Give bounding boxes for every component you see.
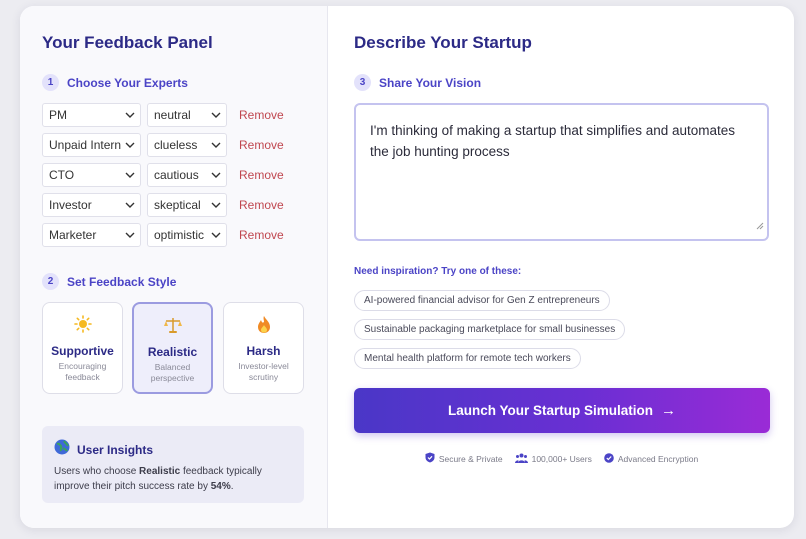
remove-expert-button[interactable]: Remove — [239, 228, 284, 242]
chevron-down-icon — [124, 228, 136, 242]
chevron-down-icon — [124, 168, 136, 182]
trust-badge: 100,000+ Users — [514, 453, 592, 465]
remove-expert-button[interactable]: Remove — [239, 138, 284, 152]
users-icon — [514, 453, 532, 465]
step-choose-experts: 1 Choose Your Experts — [42, 74, 188, 91]
remove-expert-button[interactable]: Remove — [239, 198, 284, 212]
step-label: Set Feedback Style — [67, 274, 177, 289]
trust-badges: Secure & Private 100,000+ Users Advanced… — [329, 452, 794, 465]
startup-panel: Describe Your Startup 3 Share Your Visio… — [329, 6, 794, 528]
scale-icon — [134, 316, 211, 336]
panel-title: Your Feedback Panel — [42, 33, 213, 52]
chevron-down-icon — [210, 108, 222, 122]
check-badge-icon — [604, 452, 618, 465]
chevron-down-icon — [124, 198, 136, 212]
shield-check-icon — [425, 452, 439, 465]
panel-title: Describe Your Startup — [354, 33, 532, 52]
inspiration-label: Need inspiration? Try one of these: — [354, 266, 522, 277]
step-feedback-style: 2 Set Feedback Style — [42, 273, 176, 290]
globe-icon — [54, 439, 70, 460]
remove-expert-button[interactable]: Remove — [239, 108, 284, 122]
chevron-down-icon — [124, 138, 136, 152]
fire-icon — [224, 315, 303, 335]
style-description: Encouraging feedback — [58, 361, 107, 382]
feedback-panel: Your Feedback Panel 1 Choose Your Expert… — [20, 6, 328, 528]
user-insights-box: User Insights Users who choose Realistic… — [42, 426, 304, 503]
remove-expert-button[interactable]: Remove — [239, 168, 284, 182]
expert-mood-select[interactable]: cautious — [147, 163, 227, 187]
expert-role-select[interactable]: Investor — [42, 193, 141, 217]
expert-mood-select[interactable]: neutral — [147, 103, 227, 127]
expert-mood-select[interactable]: skeptical — [147, 193, 227, 217]
style-description: Investor-level scrutiny — [238, 361, 289, 382]
suggestion-chip[interactable]: Sustainable packaging marketplace for sm… — [354, 319, 626, 340]
chevron-down-icon — [210, 198, 222, 212]
chevron-down-icon — [124, 108, 136, 122]
sun-icon — [43, 315, 122, 335]
step-label: Share Your Vision — [379, 75, 482, 90]
expert-role-select[interactable]: PM — [42, 103, 141, 127]
step-number: 3 — [354, 74, 371, 91]
expert-row: Investor skeptical Remove — [42, 193, 284, 217]
vision-textarea[interactable]: I'm thinking of making a startup that si… — [354, 103, 769, 241]
insights-title: User Insights — [77, 442, 154, 457]
style-name: Realistic — [147, 345, 198, 359]
insights-highlight: Realistic — [139, 466, 181, 477]
resize-handle-icon[interactable] — [756, 215, 764, 236]
style-card-realistic[interactable]: Realistic Balanced perspective — [132, 302, 213, 394]
expert-row: Unpaid Intern clueless Remove — [42, 133, 284, 157]
chevron-down-icon — [210, 228, 222, 242]
expert-role-select[interactable]: Unpaid Intern — [42, 133, 141, 157]
style-name: Supportive — [51, 344, 114, 358]
chevron-down-icon — [210, 168, 222, 182]
expert-row: Marketer optimistic Remove — [42, 223, 284, 247]
expert-row: PM neutral Remove — [42, 103, 284, 127]
insights-text: Users who choose Realistic feedback typi… — [54, 466, 262, 492]
style-name: Harsh — [246, 344, 281, 358]
style-description: Balanced perspective — [150, 362, 195, 383]
step-share-vision: 3 Share Your Vision — [354, 74, 481, 91]
insights-percent: 54% — [210, 481, 231, 492]
step-number: 1 — [42, 74, 59, 91]
trust-badge: Advanced Encryption — [604, 452, 698, 465]
expert-row: CTO cautious Remove — [42, 163, 284, 187]
step-label: Choose Your Experts — [67, 75, 188, 90]
suggestion-chip[interactable]: AI-powered financial advisor for Gen Z e… — [354, 290, 610, 311]
style-card-supportive[interactable]: Supportive Encouraging feedback — [42, 302, 123, 394]
expert-mood-select[interactable]: clueless — [147, 133, 227, 157]
main-card: Your Feedback Panel 1 Choose Your Expert… — [20, 6, 794, 528]
arrow-right-icon: → — [661, 402, 676, 419]
expert-role-select[interactable]: CTO — [42, 163, 141, 187]
expert-role-select[interactable]: Marketer — [42, 223, 141, 247]
launch-simulation-button[interactable]: Launch Your Startup Simulation → — [354, 388, 770, 433]
trust-badge: Secure & Private — [425, 452, 503, 465]
chevron-down-icon — [210, 138, 222, 152]
suggestion-chip[interactable]: Mental health platform for remote tech w… — [354, 348, 581, 369]
expert-mood-select[interactable]: optimistic — [147, 223, 227, 247]
style-card-harsh[interactable]: Harsh Investor-level scrutiny — [223, 302, 304, 394]
step-number: 2 — [42, 273, 59, 290]
